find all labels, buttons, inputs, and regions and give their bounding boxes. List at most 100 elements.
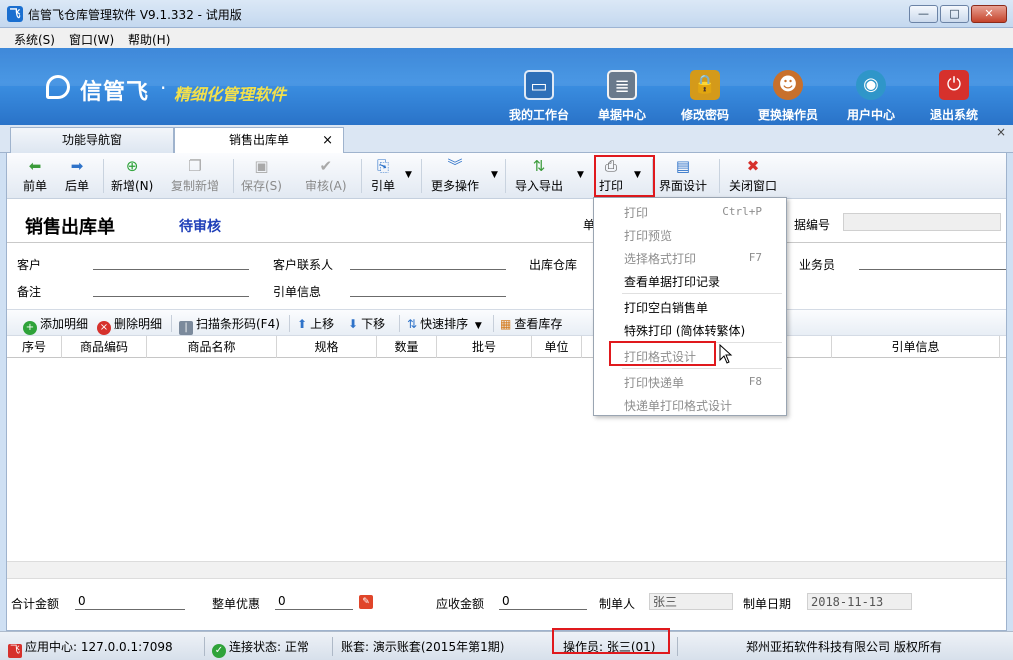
- nav-switch-operator[interactable]: ☻ 更换操作员: [748, 70, 828, 123]
- menu-item-print-preview[interactable]: 打印预览: [624, 227, 672, 244]
- contact-field[interactable]: [350, 269, 506, 270]
- menu-bar: 系统(S) 窗口(W) 帮助(H): [0, 28, 1013, 48]
- next-doc-button[interactable]: ➡ 后单: [65, 157, 89, 194]
- column-header[interactable]: 数量: [377, 336, 437, 358]
- note-field[interactable]: [93, 296, 249, 297]
- toolbar-divider: [421, 159, 422, 193]
- receivable-value[interactable]: 0: [499, 593, 587, 610]
- column-header[interactable]: 引单信息: [832, 336, 1000, 358]
- date-label: 制单日期: [743, 597, 792, 611]
- nav-workbench[interactable]: ▭ 我的工作台: [499, 70, 579, 123]
- menu-item-print-history[interactable]: 查看单据打印记录: [624, 273, 720, 290]
- salesman-label: 业务员: [799, 258, 836, 272]
- doc-number-label: 据编号: [794, 218, 831, 232]
- menu-divider: [622, 368, 782, 369]
- column-header[interactable]: 商品编码: [62, 336, 147, 358]
- grid-body[interactable]: [7, 358, 1006, 561]
- horizontal-scrollbar[interactable]: [7, 561, 1006, 579]
- minimize-button[interactable]: —: [909, 5, 938, 23]
- move-down-button[interactable]: ⬇ 下移: [348, 315, 385, 332]
- operator-highlight: [552, 628, 670, 654]
- salesman-field[interactable]: [859, 269, 1006, 270]
- app-logo-icon: 飞: [7, 6, 23, 22]
- account-status: 账套: 演示账套(2015年第1期): [341, 640, 505, 654]
- close-window-button[interactable]: ✕: [971, 5, 1007, 23]
- column-header[interactable]: 规格: [277, 336, 377, 358]
- nav-exit-system[interactable]: ⏻ 退出系统: [914, 70, 994, 123]
- menu-item-select-format-print[interactable]: 选择格式打印: [624, 250, 696, 267]
- column-header[interactable]: 序号: [7, 336, 62, 358]
- menu-item-print-express[interactable]: 打印快递单: [624, 374, 684, 391]
- maker-label: 制单人: [599, 597, 636, 611]
- save-button[interactable]: ▣ 保存(S): [241, 157, 282, 194]
- tab-close-icon[interactable]: ×: [322, 128, 333, 153]
- date-value[interactable]: 2018-11-13: [807, 593, 912, 610]
- column-header[interactable]: 单位: [532, 336, 582, 358]
- customer-label: 客户: [17, 258, 42, 272]
- maximize-button[interactable]: □: [940, 5, 969, 23]
- discount-value[interactable]: 0: [275, 593, 353, 610]
- customer-field[interactable]: [93, 269, 249, 270]
- doc-number-field[interactable]: [843, 213, 1001, 231]
- tab-function-navigator[interactable]: 功能导航窗: [10, 127, 174, 153]
- ref-info-field[interactable]: [350, 296, 506, 297]
- nav-user-center[interactable]: ◉ 用户中心: [831, 70, 911, 123]
- menu-item-print[interactable]: 打印: [624, 204, 648, 221]
- contact-label: 客户联系人: [273, 258, 334, 272]
- app-logo-icon: 飞: [8, 644, 22, 658]
- view-stock-button[interactable]: ▦ 查看库存: [500, 315, 562, 332]
- shortcut-label: Ctrl+P: [722, 205, 762, 218]
- more-actions-dropdown-icon[interactable]: ▼: [491, 170, 498, 180]
- reference-button[interactable]: ⎘ 引单: [371, 157, 395, 194]
- delete-detail-button[interactable]: × 删除明细: [97, 315, 162, 335]
- total-amount-value[interactable]: 0: [75, 593, 185, 610]
- arrow-up-icon: ⬆: [297, 317, 308, 331]
- discount-calc-icon[interactable]: ✎: [359, 595, 373, 609]
- menu-system[interactable]: 系统(S): [14, 31, 55, 48]
- brand-slogan: 精细化管理软件: [174, 85, 287, 104]
- menu-item-print-blank[interactable]: 打印空白销售单: [624, 299, 708, 316]
- menu-window[interactable]: 窗口(W): [69, 31, 114, 48]
- close-window-tool-button[interactable]: ✖ 关闭窗口: [729, 157, 777, 194]
- app-center-status: 飞应用中心: 127.0.0.1:7098: [8, 640, 173, 658]
- scan-barcode-button[interactable]: | 扫描条形码(F4): [179, 315, 280, 335]
- lock-icon: 🔒: [690, 70, 720, 100]
- move-up-button[interactable]: ⬆ 上移: [297, 315, 334, 332]
- review-button[interactable]: ✔ 审核(A): [305, 157, 347, 194]
- sort-icon: ⇅: [407, 317, 418, 331]
- menu-item-special-print[interactable]: 特殊打印 (简体转繁体): [624, 322, 745, 339]
- prev-doc-button[interactable]: ⬅ 前单: [23, 157, 47, 194]
- quick-sort-button[interactable]: ⇅ 快速排序 ▼: [407, 315, 482, 332]
- tab-sales-outbound[interactable]: 销售出库单 ×: [174, 127, 344, 154]
- new-button[interactable]: ⊕ 新增(N): [111, 157, 153, 194]
- nav-document-center[interactable]: ≣ 单据中心: [582, 70, 662, 123]
- more-actions-button[interactable]: ︾ 更多操作: [431, 157, 479, 194]
- reference-dropdown-icon[interactable]: ▼: [405, 170, 412, 180]
- page-title: 销售出库单: [25, 217, 115, 238]
- panel-close-icon[interactable]: ×: [996, 125, 1006, 139]
- toolbar-divider: [103, 159, 104, 193]
- nav-change-password[interactable]: 🔒 修改密码: [665, 70, 745, 123]
- status-bar: 飞应用中心: 127.0.0.1:7098 ✓ 连接状态: 正常 账套: 演示账套…: [0, 631, 1013, 660]
- document-toolbar: ⬅ 前单 ➡ 后单 ⊕ 新增(N) ❐ 复制新增 ▣ 保存(S) ✔ 审核(A)…: [7, 153, 1006, 199]
- menu-item-express-format-design[interactable]: 快递单打印格式设计: [624, 397, 732, 414]
- arrow-down-icon: ⬇: [348, 317, 359, 331]
- format-design-highlight: [609, 341, 716, 366]
- close-square-icon: ✖: [746, 157, 760, 175]
- import-export-button[interactable]: ⇅ 导入导出: [515, 157, 563, 194]
- power-icon: ⏻: [939, 70, 969, 100]
- mouse-cursor-icon: [719, 344, 733, 364]
- total-amount-label: 合计金额: [11, 597, 60, 611]
- add-detail-button[interactable]: + 添加明细: [23, 315, 88, 335]
- brand-name: 信管飞: [80, 80, 150, 105]
- layout-design-button[interactable]: ▤ 界面设计: [659, 157, 707, 194]
- discount-label: 整单优惠: [212, 597, 261, 611]
- copy-icon: ❐: [188, 157, 202, 175]
- note-label: 备注: [17, 285, 42, 299]
- copy-new-button[interactable]: ❐ 复制新增: [171, 157, 219, 194]
- import-export-dropdown-icon[interactable]: ▼: [577, 170, 584, 180]
- check-circle-icon: ✓: [212, 644, 226, 658]
- column-header[interactable]: 商品名称: [147, 336, 277, 358]
- column-header[interactable]: 批号: [437, 336, 532, 358]
- menu-help[interactable]: 帮助(H): [128, 31, 170, 48]
